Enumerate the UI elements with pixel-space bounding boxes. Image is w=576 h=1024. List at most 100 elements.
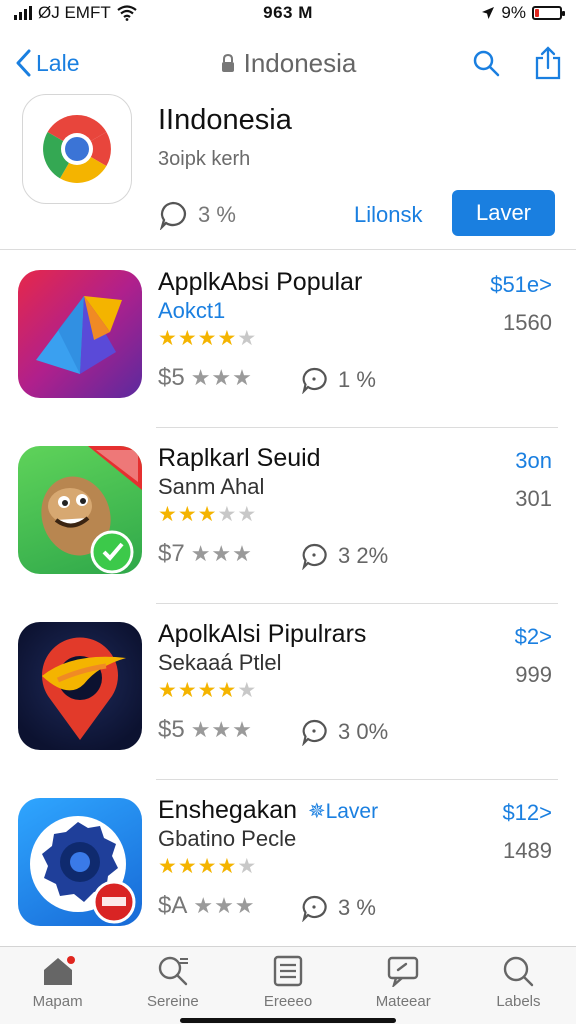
tab-search[interactable]: Sereine	[115, 947, 230, 1024]
list-item[interactable]: ApolkAlsi Pipulrars Sekaaá Ptlel ★★★★★ $…	[0, 604, 576, 780]
app-comments: 3 %	[300, 894, 376, 922]
star-icon: ★	[237, 327, 258, 350]
star-icon: ★	[177, 503, 198, 526]
star-icon: ★	[237, 503, 258, 526]
star-icon: ★	[197, 503, 218, 526]
nav-title-text: Indonesia	[243, 47, 357, 78]
tab-bar: Mapam Sereine Ereeeo Mateear Labels	[0, 946, 576, 1024]
tab-labels[interactable]: Labels	[461, 947, 576, 1024]
comments-value: 3 0%	[338, 719, 389, 744]
app-name: Raplkarl Seuid	[158, 444, 321, 472]
star-icon: ★	[177, 679, 198, 702]
battery-icon	[532, 6, 565, 20]
star-icon: ★	[197, 679, 218, 702]
star-icon: ★	[237, 855, 258, 878]
tab-label: Sereine	[146, 993, 199, 1010]
map-pin-icon	[18, 622, 142, 750]
star-rating: ★★★★★	[158, 678, 257, 703]
price-stars-icon: ★★★	[193, 893, 256, 918]
magnifier-icon	[504, 956, 534, 987]
tab-messages[interactable]: Mateear	[346, 947, 461, 1024]
list-item[interactable]: ApplkAbsi Popular Aokct1 ★★★★★ $5 ★★★ 1 …	[0, 252, 576, 428]
featured-app-title: IIndonesia	[158, 104, 292, 136]
chrome-logo	[43, 115, 111, 183]
comment-icon	[159, 201, 187, 230]
app-count: 999	[515, 662, 552, 687]
app-name-text: Enshegakan	[158, 796, 298, 824]
app-developer: Sekaaá Ptlel	[158, 650, 282, 675]
app-developer: Gbatino Pecle	[158, 826, 297, 851]
lock-icon	[221, 53, 234, 72]
app-price-button[interactable]: $12>	[502, 800, 552, 826]
featured-app-link[interactable]: Lilonsk	[354, 202, 422, 228]
app-price: $5 ★★★	[158, 716, 253, 744]
app-price-button[interactable]: $2>	[515, 624, 552, 650]
app-developer: Sanm Ahal	[158, 474, 265, 499]
app-developer: Aokct1	[158, 298, 226, 323]
star-rating: ★★★★★	[158, 326, 257, 351]
tab-list[interactable]: Ereeeo	[230, 947, 345, 1024]
signal-icon	[14, 6, 32, 20]
featured-app-subtitle: 3oipk kerh	[158, 148, 251, 170]
app-name: ApplkAbsi Popular	[158, 268, 363, 296]
star-icon: ★	[217, 327, 238, 350]
star-rating: ★★★★★	[158, 854, 257, 879]
star-icon: ★	[217, 855, 238, 878]
search-icon[interactable]	[472, 49, 500, 77]
nav-bar: Lale Indonesia	[0, 36, 576, 90]
list-icon	[273, 955, 303, 987]
camera-gear-icon	[18, 798, 142, 926]
star-icon: ★	[197, 855, 218, 878]
star-icon: ★	[177, 855, 198, 878]
folded-paper-icon	[18, 270, 142, 398]
app-comments: 1 %	[300, 366, 376, 394]
app-count: 1489	[503, 838, 552, 863]
app-price: $7 ★★★	[158, 540, 253, 568]
tab-label: Labels	[496, 993, 541, 1010]
price-stars-icon: ★★★	[190, 717, 253, 742]
star-icon: ★	[158, 503, 178, 526]
status-left: ØJ EMFT	[14, 3, 214, 23]
tab-label: Mateear	[375, 993, 431, 1010]
featured-app-get-button[interactable]: Laver	[452, 190, 555, 236]
app-comments: 3 2%	[300, 542, 388, 570]
app-list: ApplkAbsi Popular Aokct1 ★★★★★ $5 ★★★ 1 …	[0, 252, 576, 956]
status-right: 9%	[362, 3, 565, 23]
comment-icon	[302, 367, 327, 394]
app-name: Enshegakan ✵Laver	[158, 796, 378, 825]
chevron-left-icon	[16, 49, 31, 77]
price-stars-icon: ★★★	[190, 541, 253, 566]
app-price: $5 ★★★	[158, 364, 253, 392]
star-icon: ★	[158, 679, 178, 702]
tab-label: Mapam	[32, 993, 83, 1010]
star-icon: ★	[217, 679, 238, 702]
star-icon: ★	[217, 503, 238, 526]
comments-value: 3 2%	[338, 543, 389, 568]
back-button[interactable]: Lale	[14, 49, 144, 77]
carrier-label: ØJ EMFT	[38, 3, 111, 22]
app-comments: 3 0%	[300, 718, 388, 746]
list-item[interactable]: Raplkarl Seuid Sanm Ahal ★★★★★ $7 ★★★ 3 …	[0, 428, 576, 604]
battery-percent: 9%	[501, 3, 526, 22]
chrome-icon[interactable]	[22, 94, 132, 204]
comment-icon	[302, 543, 327, 570]
share-icon[interactable]	[534, 46, 562, 80]
price-stars-icon: ★★★	[190, 365, 253, 390]
tab-home[interactable]: Mapam	[0, 947, 115, 1024]
star-icon: ★	[197, 327, 218, 350]
battery-level	[535, 9, 539, 17]
app-price-button[interactable]: $51e>	[490, 272, 552, 298]
star-icon: ★	[158, 855, 178, 878]
app-inline-badge[interactable]: ✵Laver	[308, 800, 378, 823]
comments-value: 1 %	[338, 367, 376, 392]
app-count: 301	[515, 486, 552, 511]
back-label: Lale	[36, 49, 80, 76]
list-item[interactable]: Enshegakan ✵Laver Gbatino Pecle ★★★★★ $A…	[0, 780, 576, 956]
home-icon	[43, 956, 75, 985]
featured-app: IIndonesia 3oipk kerh 3 % Lilonsk Laver	[0, 90, 576, 250]
app-price-button[interactable]: 3on	[515, 448, 552, 474]
star-icon: ★	[177, 327, 198, 350]
location-icon	[482, 7, 495, 19]
message-icon	[388, 956, 419, 987]
comment-icon	[302, 895, 327, 922]
